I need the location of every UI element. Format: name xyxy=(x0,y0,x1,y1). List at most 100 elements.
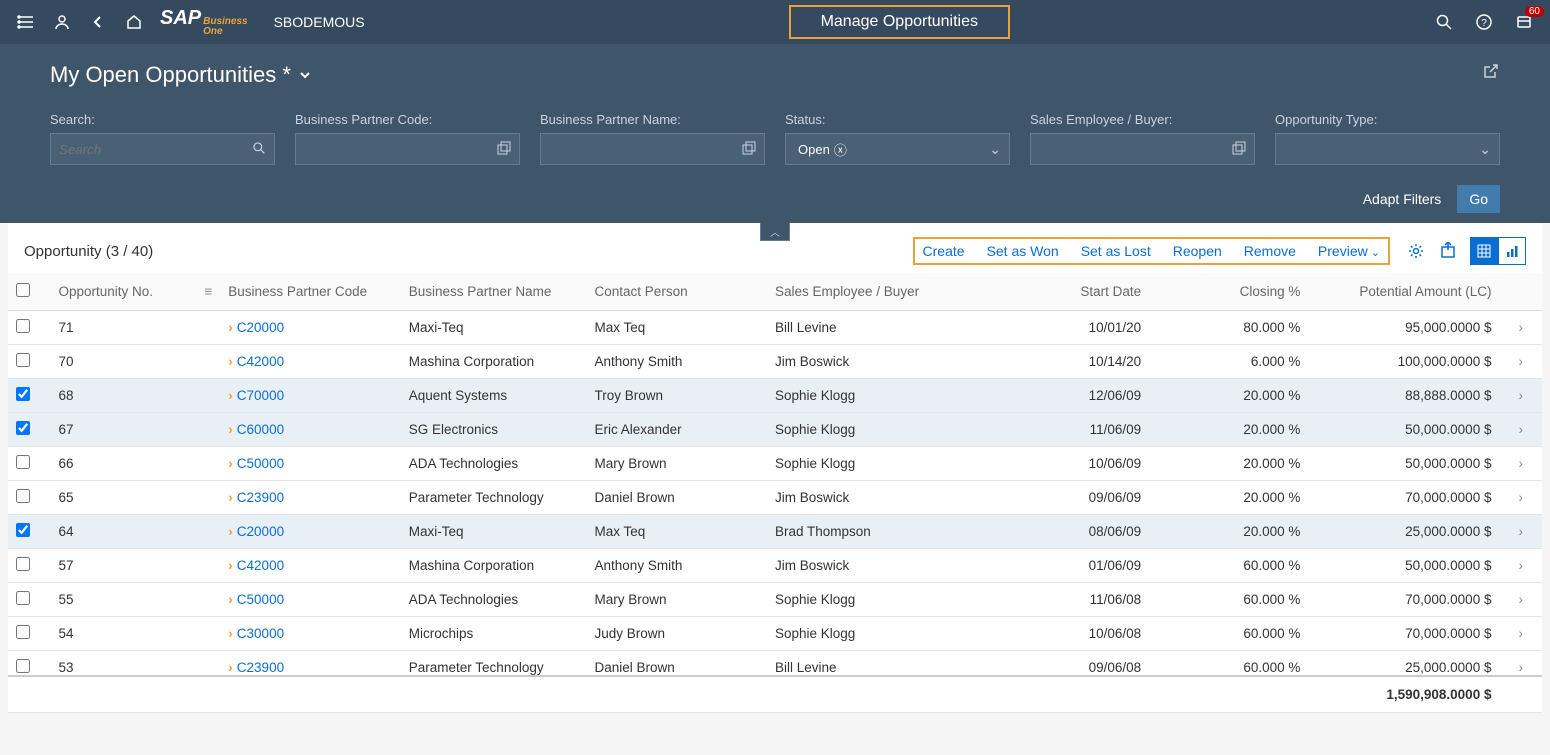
status-token[interactable]: Open ⓧ xyxy=(794,139,851,160)
bp-code-input[interactable] xyxy=(295,133,520,165)
row-navigate-icon[interactable]: › xyxy=(1499,651,1542,676)
value-help-icon[interactable] xyxy=(497,141,511,158)
table-row[interactable]: 70›C42000Mashina CorporationAnthony Smit… xyxy=(8,345,1542,379)
table-row[interactable]: 67›C60000SG ElectronicsEric AlexanderSop… xyxy=(8,413,1542,447)
share-icon[interactable] xyxy=(1482,62,1500,85)
value-help-icon[interactable] xyxy=(742,141,756,158)
cell-potential: 25,000.0000 $ xyxy=(1308,651,1499,676)
row-navigate-icon[interactable]: › xyxy=(1499,311,1542,345)
row-checkbox[interactable] xyxy=(16,421,30,435)
bp-code-link[interactable]: ›C20000 xyxy=(228,524,284,539)
search-icon[interactable] xyxy=(1434,12,1454,32)
cell-opportunity-no: 67 xyxy=(50,413,220,447)
help-icon[interactable]: ? xyxy=(1474,12,1494,32)
table-row[interactable]: 64›C20000Maxi-TeqMax TeqBrad Thompson08/… xyxy=(8,515,1542,549)
row-navigate-icon[interactable]: › xyxy=(1499,413,1542,447)
go-button[interactable]: Go xyxy=(1457,185,1500,213)
cell-contact: Anthony Smith xyxy=(587,549,767,583)
bp-code-link[interactable]: ›C60000 xyxy=(228,422,284,437)
row-navigate-icon[interactable]: › xyxy=(1499,515,1542,549)
cell-potential: 50,000.0000 $ xyxy=(1308,447,1499,481)
row-checkbox[interactable] xyxy=(16,353,30,367)
search-input[interactable] xyxy=(50,133,275,165)
export-icon[interactable] xyxy=(1438,241,1458,261)
table-row[interactable]: 71›C20000Maxi-TeqMax TeqBill Levine10/01… xyxy=(8,311,1542,345)
status-select[interactable]: Open ⓧ ⌄ xyxy=(785,133,1010,165)
table-row[interactable]: 65›C23900Parameter TechnologyDaniel Brow… xyxy=(8,481,1542,515)
table-footer-total: 1,590,908.0000 $ xyxy=(8,676,1542,713)
row-navigate-icon[interactable]: › xyxy=(1499,379,1542,413)
table-row[interactable]: 57›C42000Mashina CorporationAnthony Smit… xyxy=(8,549,1542,583)
back-icon[interactable] xyxy=(88,12,108,32)
user-icon[interactable] xyxy=(52,12,72,32)
cell-opportunity-no: 57 xyxy=(50,549,220,583)
bp-name-input[interactable] xyxy=(540,133,765,165)
bp-code-link[interactable]: ›C42000 xyxy=(228,558,284,573)
bp-code-link[interactable]: ›C50000 xyxy=(228,592,284,607)
col-start-date[interactable]: Start Date xyxy=(1011,273,1149,311)
col-sales-employee[interactable]: Sales Employee / Buyer xyxy=(767,273,1011,311)
bp-code-link[interactable]: ›C42000 xyxy=(228,354,284,369)
opportunities-table: Opportunity No. ≡ Business Partner Code … xyxy=(8,273,1542,675)
menu-icon[interactable] xyxy=(16,12,36,32)
row-navigate-icon[interactable]: › xyxy=(1499,617,1542,651)
bp-code-link[interactable]: ›C30000 xyxy=(228,626,284,641)
remove-button[interactable]: Remove xyxy=(1244,243,1296,259)
table-row[interactable]: 55›C50000ADA TechnologiesMary BrownSophi… xyxy=(8,583,1542,617)
select-all-checkbox[interactable] xyxy=(16,283,30,297)
home-icon[interactable] xyxy=(124,12,144,32)
col-bp-code[interactable]: Business Partner Code xyxy=(220,273,400,311)
value-help-icon[interactable] xyxy=(1232,141,1246,158)
settings-icon[interactable] xyxy=(1406,241,1426,261)
bp-code-link[interactable]: ›C70000 xyxy=(228,388,284,403)
preview-button[interactable]: Preview xyxy=(1318,243,1380,259)
chart-view-icon[interactable] xyxy=(1498,237,1526,265)
set-lost-button[interactable]: Set as Lost xyxy=(1081,243,1151,259)
row-checkbox[interactable] xyxy=(16,557,30,571)
create-button[interactable]: Create xyxy=(923,243,965,259)
view-selector[interactable]: My Open Opportunities * xyxy=(50,62,1500,88)
col-closing[interactable]: Closing % xyxy=(1149,273,1308,311)
table-title: Opportunity (3 / 40) xyxy=(24,243,153,260)
table-row[interactable]: 53›C23900Parameter TechnologyDaniel Brow… xyxy=(8,651,1542,676)
collapse-filter-icon[interactable]: ︿ xyxy=(760,223,790,241)
col-contact[interactable]: Contact Person xyxy=(587,273,767,311)
table-row[interactable]: 54›C30000MicrochipsJudy BrownSophie Klog… xyxy=(8,617,1542,651)
opportunity-type-select[interactable]: ⌄ xyxy=(1275,133,1500,165)
row-checkbox[interactable] xyxy=(16,591,30,605)
row-checkbox[interactable] xyxy=(16,659,30,673)
row-navigate-icon[interactable]: › xyxy=(1499,549,1542,583)
row-checkbox[interactable] xyxy=(16,523,30,537)
adapt-filters-button[interactable]: Adapt Filters xyxy=(1363,191,1442,207)
bp-code-link[interactable]: ›C50000 xyxy=(228,456,284,471)
row-checkbox[interactable] xyxy=(16,387,30,401)
bp-code-link[interactable]: ›C23900 xyxy=(228,490,284,505)
row-checkbox[interactable] xyxy=(16,625,30,639)
row-checkbox[interactable] xyxy=(16,489,30,503)
notifications-icon[interactable]: 60 xyxy=(1514,12,1534,32)
cell-start-date: 08/06/09 xyxy=(1011,515,1149,549)
cell-sales-employee: Brad Thompson xyxy=(767,515,1011,549)
row-navigate-icon[interactable]: › xyxy=(1499,345,1542,379)
set-won-button[interactable]: Set as Won xyxy=(987,243,1059,259)
col-bp-name[interactable]: Business Partner Name xyxy=(401,273,587,311)
col-opportunity-no[interactable]: Opportunity No. ≡ xyxy=(50,273,220,311)
filter-bp-code: Business Partner Code: xyxy=(295,112,520,165)
row-navigate-icon[interactable]: › xyxy=(1499,583,1542,617)
row-navigate-icon[interactable]: › xyxy=(1499,481,1542,515)
cell-start-date: 09/06/08 xyxy=(1011,651,1149,676)
table-view-icon[interactable] xyxy=(1470,237,1498,265)
cell-closing: 20.000 % xyxy=(1149,481,1308,515)
row-checkbox[interactable] xyxy=(16,455,30,469)
table-row[interactable]: 68›C70000Aquent SystemsTroy BrownSophie … xyxy=(8,379,1542,413)
row-navigate-icon[interactable]: › xyxy=(1499,447,1542,481)
bp-code-link[interactable]: ›C23900 xyxy=(228,660,284,675)
sales-employee-input[interactable] xyxy=(1030,133,1255,165)
reopen-button[interactable]: Reopen xyxy=(1173,243,1222,259)
bp-code-link[interactable]: ›C20000 xyxy=(228,320,284,335)
svg-text:?: ? xyxy=(1481,18,1487,29)
col-potential[interactable]: Potential Amount (LC) xyxy=(1308,273,1499,311)
table-row[interactable]: 66›C50000ADA TechnologiesMary BrownSophi… xyxy=(8,447,1542,481)
token-clear-icon[interactable]: ⓧ xyxy=(834,140,847,159)
row-checkbox[interactable] xyxy=(16,319,30,333)
